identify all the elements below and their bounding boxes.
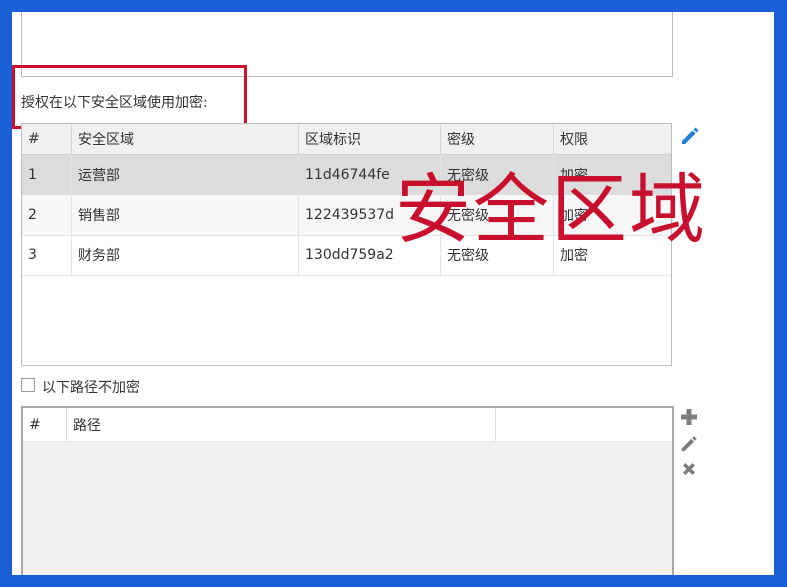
column-header-number[interactable]: #	[23, 408, 67, 441]
zone-name: 运营部	[72, 155, 299, 195]
column-header-level[interactable]: 密级	[441, 124, 554, 154]
settings-panel: 授权在以下安全区域使用加密: # 安全区域 区域标识 密级 权限 1 运营部 1…	[12, 12, 774, 575]
overlay-title: 安全区域	[395, 165, 707, 254]
column-header-zone[interactable]: 安全区域	[72, 124, 299, 154]
zones-table-header: # 安全区域 区域标识 密级 权限	[22, 124, 671, 155]
excluded-paths-table: # 路径	[21, 406, 674, 575]
highlight-annotation-box	[12, 65, 247, 129]
column-header-permission[interactable]: 权限	[554, 124, 671, 154]
row-number: 1	[22, 155, 72, 195]
column-header-path[interactable]: 路径	[67, 408, 496, 441]
exclude-paths-label[interactable]: 以下路径不加密	[42, 377, 140, 397]
paths-table-header: # 路径	[23, 408, 672, 442]
edit-path-pencil-icon[interactable]	[679, 433, 699, 453]
delete-path-close-icon[interactable]	[679, 459, 699, 479]
edit-zones-pencil-icon[interactable]	[679, 124, 701, 146]
column-header-empty	[496, 408, 672, 441]
zone-name: 财务部	[72, 235, 299, 275]
row-number: 2	[22, 195, 72, 235]
column-header-zone-id[interactable]: 区域标识	[299, 124, 441, 154]
row-number: 3	[22, 235, 72, 275]
zone-name: 销售部	[72, 195, 299, 235]
add-path-plus-icon[interactable]	[679, 407, 699, 427]
column-header-number[interactable]: #	[22, 124, 72, 154]
exclude-paths-checkbox[interactable]	[21, 378, 35, 392]
